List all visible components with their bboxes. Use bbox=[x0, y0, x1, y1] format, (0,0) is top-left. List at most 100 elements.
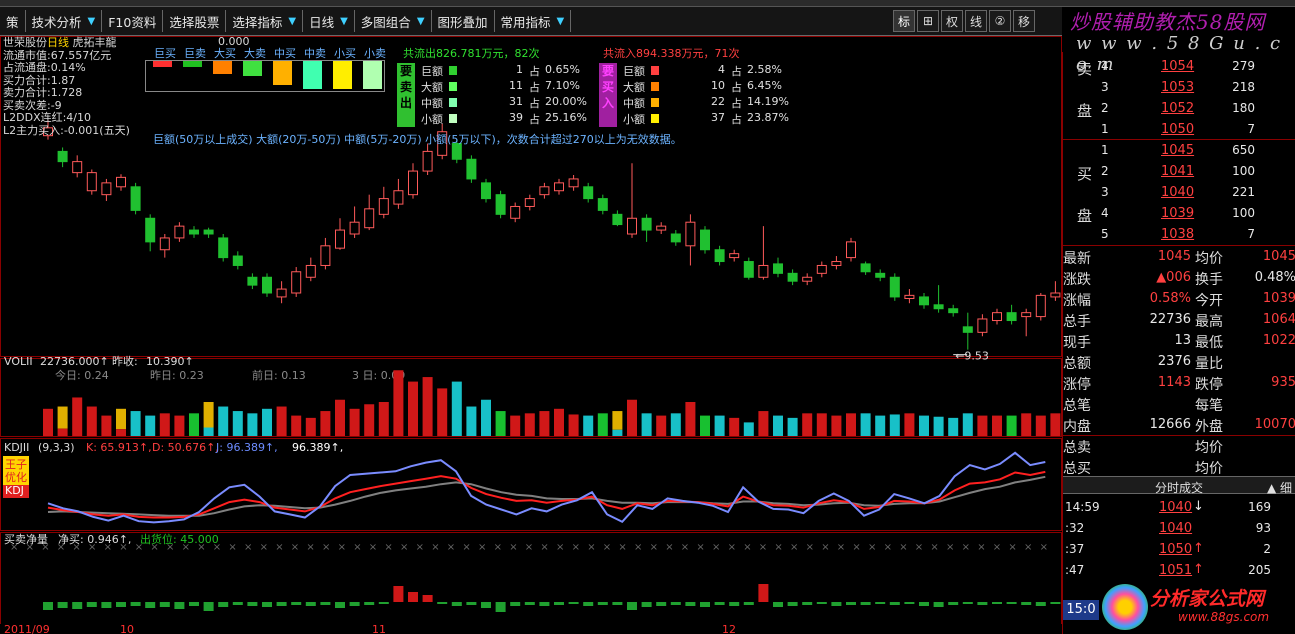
net-bar[interactable] bbox=[116, 602, 126, 607]
candle[interactable] bbox=[948, 304, 959, 317]
candle[interactable] bbox=[670, 230, 681, 246]
menu-item-6[interactable]: 多图组合 ▼ bbox=[355, 10, 432, 32]
volume-bar[interactable] bbox=[349, 408, 360, 436]
candle[interactable] bbox=[422, 143, 433, 175]
volume-bar[interactable] bbox=[481, 399, 491, 436]
volume-bar[interactable] bbox=[977, 415, 988, 436]
net-bar[interactable] bbox=[349, 602, 360, 606]
candle[interactable] bbox=[57, 147, 68, 168]
tool-button-0[interactable]: 标 bbox=[893, 10, 915, 32]
net-bar[interactable] bbox=[612, 602, 623, 605]
kdj-j-line[interactable] bbox=[47, 451, 1046, 524]
net-bar[interactable] bbox=[524, 602, 535, 605]
menu-item-1[interactable]: 技术分析 ▼ bbox=[26, 10, 103, 32]
volume-bar[interactable] bbox=[335, 399, 345, 436]
volume-bar[interactable] bbox=[656, 415, 667, 436]
volume-bar[interactable] bbox=[568, 414, 579, 436]
net-bar[interactable] bbox=[364, 602, 375, 605]
net-bar[interactable] bbox=[962, 602, 973, 604]
net-bar[interactable] bbox=[641, 602, 652, 607]
candle[interactable] bbox=[539, 182, 550, 199]
candle[interactable] bbox=[1006, 304, 1017, 325]
net-bar[interactable] bbox=[247, 602, 258, 606]
volume-bar[interactable] bbox=[130, 411, 141, 436]
candle[interactable] bbox=[627, 163, 637, 238]
net-bar[interactable] bbox=[948, 602, 959, 605]
volume-bar[interactable] bbox=[1050, 413, 1061, 436]
net-bar[interactable] bbox=[919, 602, 929, 606]
candle[interactable] bbox=[773, 257, 783, 278]
candle[interactable] bbox=[232, 251, 243, 270]
net-bar[interactable] bbox=[262, 602, 272, 607]
candle[interactable] bbox=[218, 234, 229, 262]
tool-button-1[interactable]: ⊞ bbox=[917, 10, 939, 32]
menu-item-8[interactable]: 常用指标 ▼ bbox=[495, 10, 572, 32]
volume-bar[interactable] bbox=[86, 406, 97, 436]
candle[interactable] bbox=[787, 269, 798, 286]
candle[interactable] bbox=[72, 155, 83, 178]
menu-item-5[interactable]: 日线 ▼ bbox=[303, 10, 355, 32]
candle[interactable] bbox=[524, 194, 535, 211]
volume-bar[interactable] bbox=[597, 413, 608, 436]
candle[interactable] bbox=[320, 237, 331, 270]
candle[interactable] bbox=[700, 226, 710, 254]
menu-item-3[interactable]: 选择股票 bbox=[163, 10, 227, 32]
menu-item-7[interactable]: 图形叠加 bbox=[432, 10, 495, 32]
volume-bar[interactable] bbox=[43, 408, 53, 436]
volume-bar[interactable] bbox=[948, 417, 959, 436]
net-bar[interactable] bbox=[816, 602, 827, 604]
net-bar[interactable] bbox=[1050, 602, 1061, 604]
candle[interactable] bbox=[919, 293, 929, 309]
net-bar[interactable] bbox=[320, 602, 331, 605]
net-bar[interactable] bbox=[422, 595, 433, 602]
candle[interactable] bbox=[992, 308, 1002, 325]
net-bar[interactable] bbox=[787, 602, 798, 606]
volume-bar[interactable] bbox=[276, 406, 287, 436]
menu-item-4[interactable]: 选择指标 ▼ bbox=[226, 10, 304, 32]
candle[interactable] bbox=[875, 269, 886, 282]
net-bar[interactable] bbox=[904, 602, 915, 604]
candle[interactable] bbox=[889, 273, 900, 301]
menu-item-2[interactable]: F10资料 bbox=[102, 10, 164, 32]
candle[interactable] bbox=[378, 186, 389, 219]
net-bar[interactable] bbox=[159, 602, 170, 607]
net-bar[interactable] bbox=[933, 602, 944, 607]
net-bar[interactable] bbox=[466, 602, 477, 605]
net-bar[interactable] bbox=[305, 602, 316, 606]
volume-bar[interactable] bbox=[510, 415, 521, 436]
net-bar[interactable] bbox=[43, 602, 53, 610]
volume-bar[interactable] bbox=[1021, 413, 1032, 436]
volume-bar[interactable] bbox=[218, 406, 229, 436]
net-bar[interactable] bbox=[802, 602, 813, 605]
volume-bar[interactable] bbox=[145, 415, 156, 436]
volume-bar[interactable] bbox=[612, 411, 623, 436]
candle[interactable] bbox=[262, 273, 272, 297]
candle[interactable] bbox=[1050, 281, 1061, 301]
candle[interactable] bbox=[393, 178, 404, 209]
candle[interactable] bbox=[495, 190, 506, 219]
net-bar[interactable] bbox=[1006, 602, 1017, 604]
volume-bar[interactable] bbox=[889, 414, 900, 436]
volume-bar[interactable] bbox=[962, 413, 973, 436]
volume-bar[interactable] bbox=[758, 411, 769, 436]
candle[interactable] bbox=[1021, 308, 1032, 337]
candle[interactable] bbox=[831, 256, 842, 270]
menu-item-0[interactable]: 策 bbox=[0, 10, 26, 32]
volume-bar[interactable] bbox=[408, 381, 418, 436]
candle[interactable] bbox=[130, 182, 141, 215]
tool-button-3[interactable]: 线 bbox=[965, 10, 987, 32]
orderbook-sell-row[interactable]: 3 1053 218 bbox=[1063, 77, 1295, 98]
volume-bar[interactable] bbox=[583, 415, 594, 436]
net-bar[interactable] bbox=[174, 602, 185, 609]
net-bar[interactable] bbox=[889, 602, 900, 605]
volume-bar[interactable] bbox=[189, 413, 199, 436]
volume-bar[interactable] bbox=[743, 422, 754, 436]
orderbook-buy-row[interactable]: 盘 4 1039 100 bbox=[1063, 203, 1295, 225]
candle[interactable] bbox=[481, 178, 491, 203]
orderbook-sell-row[interactable]: 盘 2 1052 180 bbox=[1063, 98, 1295, 120]
candle[interactable] bbox=[510, 202, 521, 223]
volume-bar[interactable] bbox=[670, 413, 681, 436]
net-bar[interactable] bbox=[729, 602, 740, 606]
candle[interactable] bbox=[145, 214, 156, 252]
net-bar[interactable] bbox=[700, 602, 710, 607]
